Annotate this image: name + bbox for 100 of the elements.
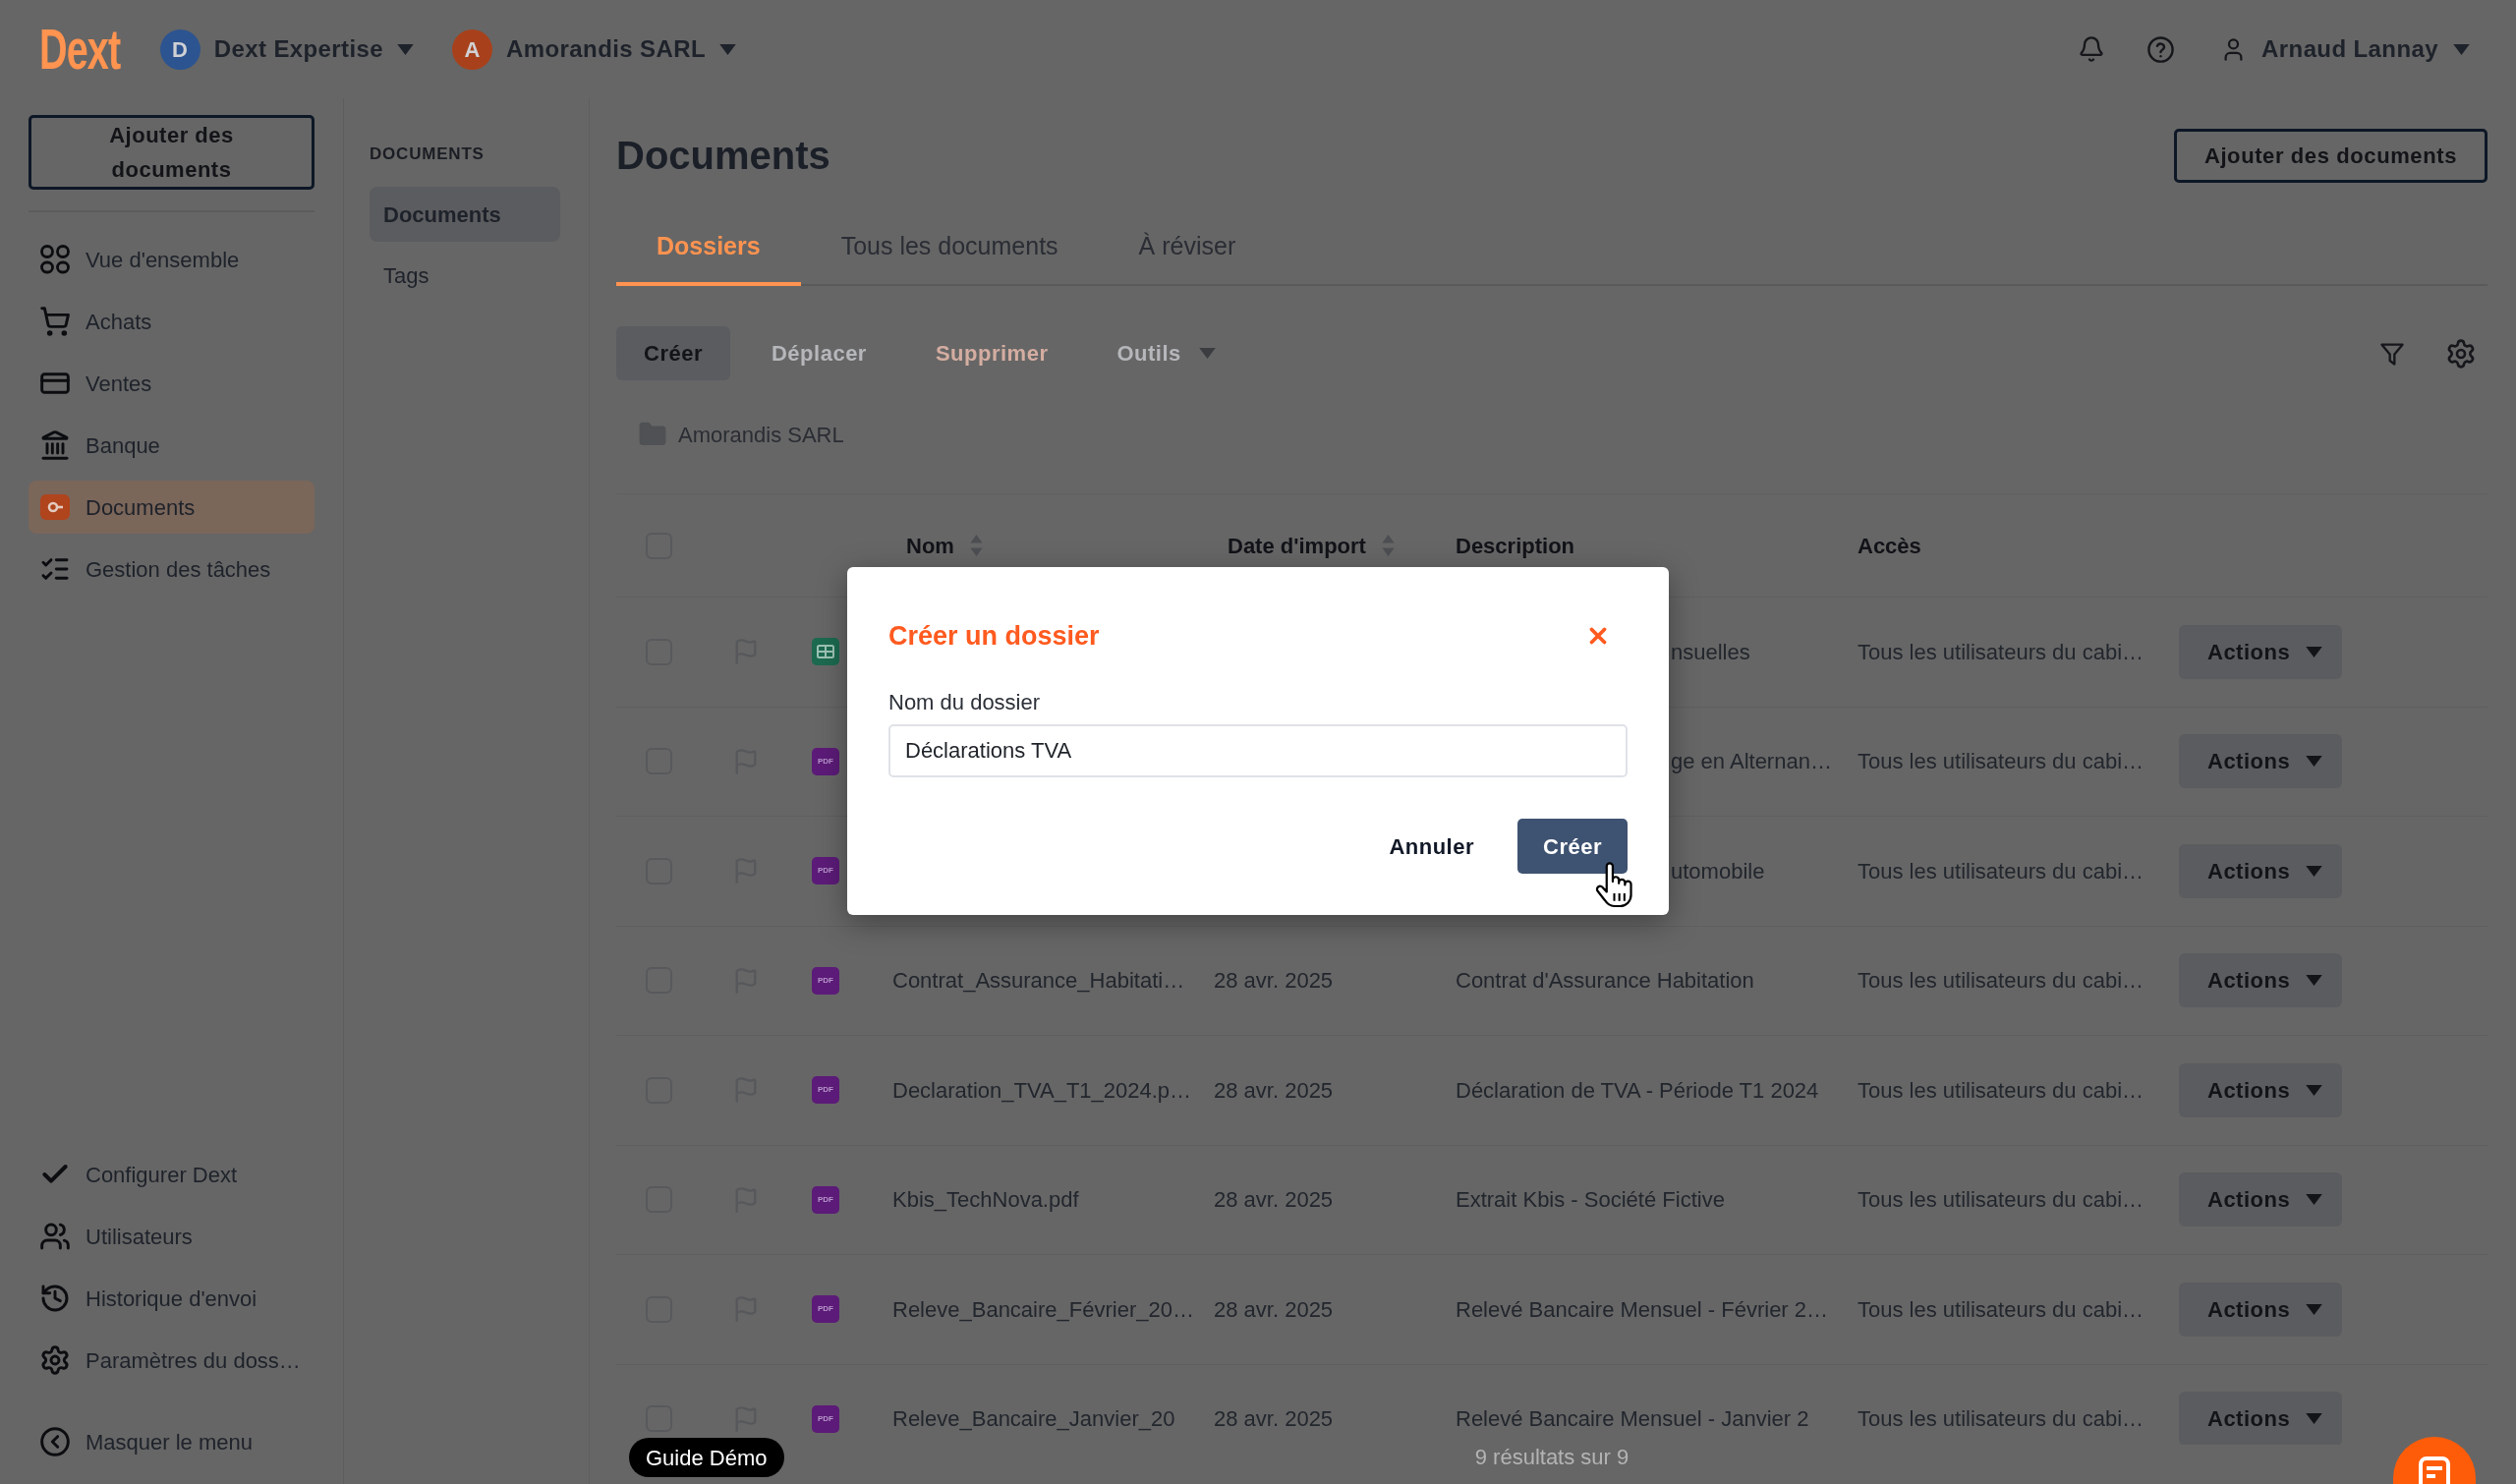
subnav-item[interactable]: Tags (370, 248, 560, 303)
access-text: Tous les utilisateurs du cabi… (1858, 857, 2144, 885)
sort-icon[interactable] (1381, 535, 1395, 556)
section-heading: DOCUMENTS (370, 143, 486, 165)
pdf-file-icon: PDF (812, 1076, 839, 1105)
file-name[interactable]: Releve_Bancaire_Février_20… (892, 1292, 1194, 1326)
settings-icon (39, 1344, 71, 1376)
nav-item[interactable]: Ventes (29, 357, 314, 410)
caret-icon (719, 43, 737, 55)
workspace-avatar: D (159, 29, 200, 70)
subnav-item[interactable]: Documents (370, 187, 560, 242)
folder-name-field[interactable]: Déclarations TVA (888, 724, 1628, 777)
guide-demo-button[interactable]: Guide Démo (629, 1438, 784, 1477)
caret-icon (2306, 865, 2323, 877)
description-text: Relevé Bancaire Mensuel - Janvier 2 (1456, 1405, 1809, 1434)
results-count: 9 résultats sur 9 (1474, 1445, 1630, 1471)
access-text: Tous les utilisateurs du cabi… (1858, 1186, 2144, 1215)
grid-icon (39, 244, 71, 275)
access-text: Tous les utilisateurs du cabi… (1858, 1295, 2144, 1324)
dialog-title: Créer un dossier (888, 619, 1100, 653)
tab[interactable]: Tous les documents (800, 211, 1099, 286)
file-name[interactable]: Kbis_TechNova.pdf (892, 1183, 1079, 1217)
file-name[interactable]: Declaration_TVA_T1_2024.p… (892, 1073, 1192, 1107)
pdf-file-icon: PDF (812, 1295, 839, 1324)
import-date: 28 avr. 2025 (1214, 967, 1334, 996)
caret-icon (397, 43, 415, 55)
column-header: Description (1456, 532, 1575, 560)
file-name[interactable]: Releve_Bancaire_Janvier_20 (892, 1402, 1175, 1436)
caret-icon (2306, 646, 2323, 657)
tab[interactable]: Dossiers (616, 211, 801, 286)
hand-cursor-icon (1593, 861, 1635, 909)
cart-icon (39, 306, 71, 337)
page-title: Documents (616, 133, 830, 179)
actions-button[interactable]: Actions (2179, 1282, 2342, 1337)
users-icon (39, 1221, 71, 1252)
actions-button[interactable]: Actions (2179, 1062, 2342, 1117)
breadcrumb-link[interactable]: Amorandis SARL (678, 418, 844, 451)
caret-icon (2306, 1303, 2323, 1315)
collapse-icon (39, 1426, 71, 1457)
sort-icon[interactable] (969, 535, 983, 556)
description-text: Relevé Bancaire Mensuel - Février 2… (1456, 1295, 1829, 1324)
column-header: Accès (1858, 532, 1921, 560)
description-text: utomobile (1671, 857, 1765, 885)
add-documents-button[interactable]: Ajouter des documents (2173, 128, 2487, 183)
access-text: Tous les utilisateurs du cabi… (1858, 1076, 2144, 1105)
access-text: Tous les utilisateurs du cabi… (1858, 748, 2144, 776)
add-documents-button[interactable]: Ajouter des documents (29, 115, 314, 190)
actions-button[interactable]: Actions (2179, 843, 2342, 898)
actions-button[interactable]: Actions (2179, 734, 2342, 789)
nav-item[interactable]: Achats (29, 295, 314, 348)
nav-item[interactable]: Utilisateurs (29, 1210, 314, 1263)
chat-button[interactable] (2393, 1437, 2476, 1484)
field-label: Nom du dossier (888, 690, 1042, 715)
import-date: 28 avr. 2025 (1214, 1076, 1334, 1105)
import-date: 28 avr. 2025 (1214, 1405, 1334, 1434)
actions-button[interactable]: Actions (2179, 624, 2342, 679)
column-header[interactable]: Date d'import (1228, 529, 1366, 562)
caret-icon (2306, 1413, 2323, 1425)
dext-logo[interactable]: Dext (39, 21, 121, 78)
actions-button[interactable]: Actions (2179, 953, 2342, 1008)
nav-item[interactable]: Gestion des tâches (29, 542, 314, 596)
pdf-file-icon: PDF (812, 966, 839, 995)
actions-button[interactable]: Actions (2179, 1392, 2342, 1445)
caret-icon (2306, 756, 2323, 768)
nav-item[interactable]: Banque (29, 419, 314, 472)
cancel-button[interactable]: Annuler (1369, 819, 1494, 874)
actions-button[interactable]: Actions (2179, 1172, 2342, 1227)
create-button[interactable]: Créer (1517, 819, 1628, 874)
workspace-switcher[interactable]: A Amorandis SARL (452, 29, 737, 70)
nav-item[interactable]: Masquer le menu (29, 1415, 314, 1468)
settings-icon[interactable] (2445, 337, 2477, 370)
tab[interactable]: À réviser (1098, 211, 1277, 286)
help-icon[interactable] (2146, 34, 2176, 64)
description-text: ge en Alternan… (1671, 748, 1832, 776)
column-header[interactable]: Nom (906, 529, 954, 562)
file-name[interactable]: Contrat_Assurance_Habitati… (892, 964, 1185, 998)
notification-bell-icon[interactable] (2078, 34, 2106, 64)
description-text: Déclaration de TVA - Période T1 2024 (1456, 1076, 1819, 1105)
key-icon (39, 491, 71, 523)
user-menu[interactable]: Arnaud Lannay (2220, 31, 2470, 67)
nav-item[interactable]: Configurer Dext (29, 1148, 314, 1201)
message-icon (2418, 1456, 2451, 1484)
description-text: Contrat d'Assurance Habitation (1456, 967, 1754, 996)
toolbar-button[interactable]: Créer (616, 326, 730, 380)
nav-item[interactable]: Documents (29, 481, 314, 534)
nav-item[interactable]: Historique d'envoi (29, 1272, 314, 1325)
workspace-switcher[interactable]: D Dext Expertise (159, 29, 415, 70)
access-text: Tous les utilisateurs du cabi… (1858, 967, 2144, 996)
access-text: Tous les utilisateurs du cabi… (1858, 638, 2144, 666)
caret-icon (2306, 1084, 2323, 1096)
spreadsheet-icon (812, 638, 839, 666)
caret-icon (2453, 43, 2470, 55)
bank-icon (39, 429, 71, 461)
nav-item[interactable]: Vue d'ensemble (29, 233, 314, 286)
description-text: Extrait Kbis - Société Fictive (1456, 1186, 1725, 1215)
import-date: 28 avr. 2025 (1214, 1295, 1334, 1324)
caret-icon (2306, 1194, 2323, 1206)
caret-icon (2306, 975, 2323, 987)
import-date: 28 avr. 2025 (1214, 1186, 1334, 1215)
nav-item[interactable]: Paramètres du doss… (29, 1334, 314, 1387)
